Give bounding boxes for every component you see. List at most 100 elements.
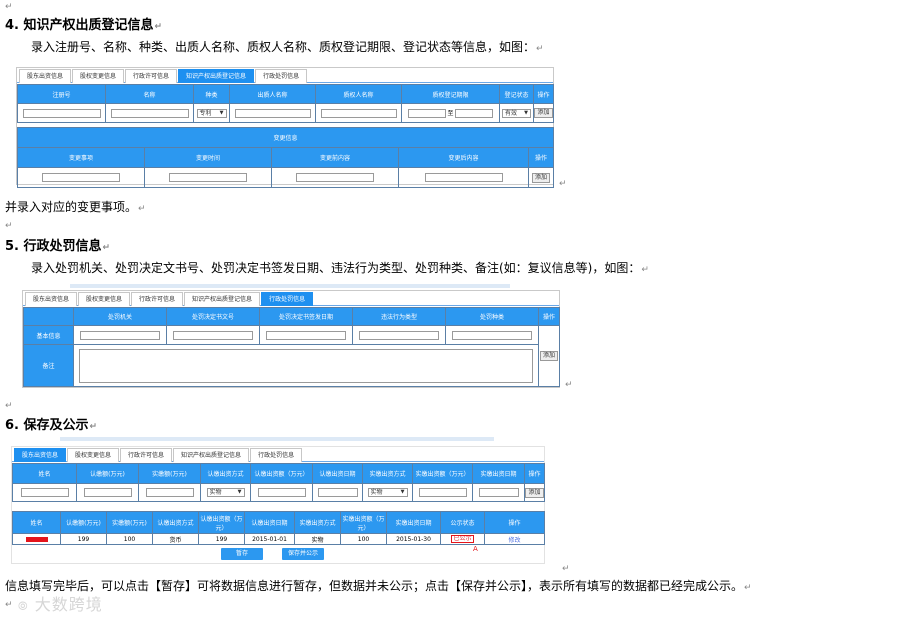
edit-link[interactable]: 修改	[508, 537, 520, 544]
col-pledge-period: 质权登记期限	[401, 84, 500, 104]
tab-equity-change[interactable]: 股权变更信息	[72, 69, 125, 83]
sub-amount-input[interactable]	[257, 488, 306, 497]
list-col-sub-amount: 认缴出资额（万元）	[198, 511, 245, 534]
col-sub-amount: 认缴出资额（万元）	[250, 463, 313, 484]
col-pledgor: 出质人名称	[229, 84, 316, 104]
paid-amount-input[interactable]	[418, 488, 467, 497]
col-change-action: 操作	[527, 147, 555, 168]
change-time-input[interactable]	[169, 173, 247, 182]
status-select[interactable]: 有效 ▼	[502, 108, 531, 118]
tab-equity-change[interactable]: 股权变更信息	[78, 292, 131, 306]
tab-shareholder-contribution[interactable]: 股东出资信息	[25, 292, 78, 306]
remark-textarea[interactable]	[79, 348, 533, 383]
col-paid-amount: 实缴出资额（万元）	[412, 463, 473, 484]
list-col-sub-mode: 认缴出资方式	[152, 511, 199, 534]
cell-sub-date: 2015-01-01	[244, 533, 295, 545]
redacted-name	[25, 536, 48, 542]
col-issue-date: 处罚决定书签发日期	[259, 307, 353, 326]
tab-admin-license[interactable]: 行政许可信息	[131, 292, 184, 306]
table-row: 199 100 货币 199 2015-01-01 实物 100 2015-01…	[12, 533, 545, 545]
section4-description: 录入注册号、名称、种类、出质人名称、质权人名称、质权登记期限、登记状态等信息，如…	[31, 40, 544, 54]
col-type: 种类	[193, 84, 230, 104]
col-pledgee: 质权人名称	[315, 84, 402, 104]
pledgee-input[interactable]	[320, 108, 397, 118]
tab-shareholder-contribution[interactable]: 股东出资信息	[14, 448, 67, 462]
col-paid-date: 实缴出资日期	[472, 463, 525, 484]
ip-pledge-form-screenshot: 股东出资信息 股权变更信息 行政许可信息 知识产权出质登记信息 行政处罚信息 注…	[16, 67, 555, 188]
col-reg-no: 注册号	[17, 84, 106, 104]
tab-shareholder-contribution[interactable]: 股东出资信息	[19, 69, 72, 83]
paid-date-input[interactable]	[478, 488, 519, 497]
col-action: 操作	[533, 84, 554, 104]
col-action: 操作	[524, 463, 545, 484]
section5-heading: 5. 行政处罚信息↵	[5, 239, 111, 254]
paragraph-mark: ↵	[5, 2, 13, 12]
type-select[interactable]: 专利 ▼	[196, 108, 227, 118]
after-content-input[interactable]	[424, 173, 503, 182]
subscribed-input[interactable]	[83, 488, 132, 497]
contribution-list-table: 姓名 认缴额(万元) 实缴额(万元) 认缴出资方式 认缴出资额（万元） 认缴出资…	[12, 511, 545, 545]
tab-admin-license[interactable]: 行政许可信息	[125, 69, 178, 83]
tab-bar: 股东出资信息 股权变更信息 行政许可信息 知识产权出质登记信息 行政处罚信息	[17, 68, 553, 83]
period-end-input[interactable]	[455, 109, 494, 118]
col-penalty-type: 处罚种类	[445, 307, 539, 326]
col-paid: 实缴额(万元)	[138, 463, 201, 484]
col-name: 名称	[105, 84, 194, 104]
col-reg-status: 登记状态	[499, 84, 534, 104]
list-col-paid-date: 实缴出资日期	[386, 511, 441, 534]
tab-ip-pledge[interactable]: 知识产权出质登记信息	[173, 448, 250, 462]
name-input[interactable]	[110, 108, 189, 118]
watermark: ⦾ 大数跨境	[18, 595, 103, 614]
section6-heading: 6. 保存及公示↵	[5, 418, 98, 433]
reg-no-input[interactable]	[22, 108, 101, 118]
period-start-input[interactable]	[407, 109, 446, 118]
tab-ip-pledge[interactable]: 知识产权出质登记信息	[184, 292, 261, 306]
paragraph-mark: ↵	[559, 179, 567, 189]
issue-date-input[interactable]	[266, 330, 346, 340]
list-col-status: 公示状态	[440, 511, 485, 534]
col-paid-mode: 实缴出资方式	[362, 463, 413, 484]
tab-admin-license[interactable]: 行政许可信息	[120, 448, 173, 462]
cell-sub-mode: 货币	[152, 533, 199, 545]
cell-paid-mode: 实物	[294, 533, 341, 545]
basic-info-label: 基本信息	[23, 325, 74, 345]
col-change-item: 变更事项	[17, 147, 145, 168]
change-item-input[interactable]	[42, 173, 120, 182]
tab-admin-penalty[interactable]: 行政处罚信息	[255, 69, 308, 83]
tab-equity-change[interactable]: 股权变更信息	[67, 448, 120, 462]
add-change-button[interactable]: 添加	[532, 172, 551, 183]
penalty-table: 处罚机关 处罚决定书文号 处罚决定书签发日期 违法行为类型 处罚种类 操作 基本…	[23, 307, 560, 387]
range-separator: 至	[447, 110, 454, 117]
paid-mode-select[interactable]: 实物 ▼	[367, 488, 408, 497]
col-sub-date: 认缴出资日期	[312, 463, 363, 484]
sub-date-input[interactable]	[317, 488, 358, 497]
add-button[interactable]: 添加	[525, 487, 544, 498]
col-decision-no: 处罚决定书文号	[166, 307, 260, 326]
paragraph-mark: ↵	[562, 564, 570, 574]
save-publish-button[interactable]: 保存并公示	[282, 548, 324, 560]
blur-bar	[70, 284, 510, 288]
paid-input[interactable]	[145, 488, 194, 497]
save-draft-button[interactable]: 暂存	[221, 548, 263, 560]
pledgor-input[interactable]	[234, 108, 311, 118]
cell-paid: 100	[106, 533, 153, 545]
tab-admin-penalty[interactable]: 行政处罚信息	[261, 292, 314, 306]
sub-mode-select[interactable]: 实物 ▼	[206, 488, 245, 497]
add-button[interactable]: 添加	[534, 108, 553, 118]
admin-penalty-form-screenshot: 股东出资信息 股权变更信息 行政许可信息 知识产权出质登记信息 行政处罚信息 处…	[22, 290, 560, 388]
penalty-type-input[interactable]	[452, 330, 532, 340]
change-info-title: 变更信息	[16, 127, 555, 148]
section5-description: 录入处罚机关、处罚决定文书号、处罚决定书签发日期、违法行为类型、处罚种类、备注(…	[31, 261, 649, 275]
authority-input[interactable]	[80, 330, 160, 340]
list-col-sub-date: 认缴出资日期	[244, 511, 295, 534]
add-penalty-button[interactable]: 添加	[539, 351, 558, 361]
list-col-paid: 实缴额(万元)	[106, 511, 153, 534]
name-input[interactable]	[20, 488, 69, 497]
before-content-input[interactable]	[296, 173, 374, 182]
cell-subscribed: 199	[60, 533, 107, 545]
violation-type-input[interactable]	[359, 330, 439, 340]
tab-ip-pledge[interactable]: 知识产权出质登记信息	[178, 69, 255, 83]
section6-footer-text: 信息填写完毕后，可以点击【暂存】可将数据信息进行暂存，但数据并未公示；点击【保存…	[5, 579, 752, 593]
tab-admin-penalty[interactable]: 行政处罚信息	[250, 448, 303, 462]
decision-no-input[interactable]	[173, 330, 253, 340]
